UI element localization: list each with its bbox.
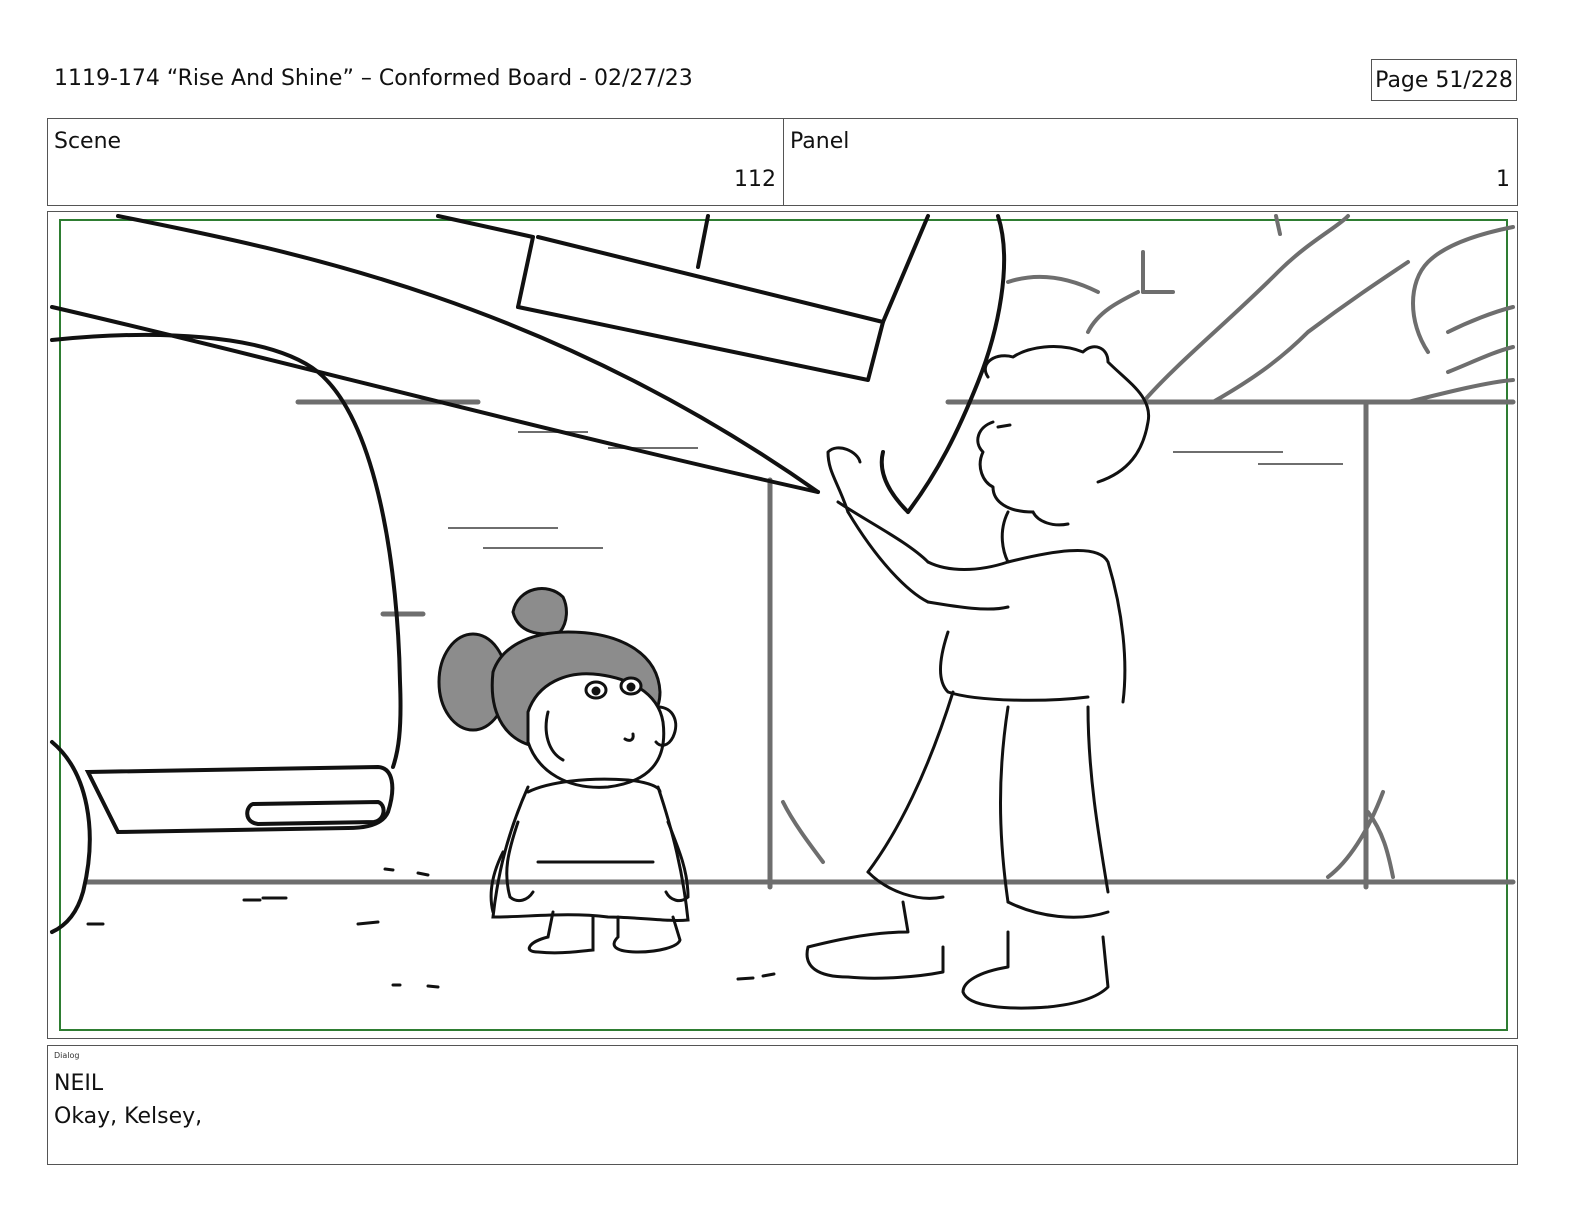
safe-frame [59, 219, 1508, 1031]
held-beam [50, 214, 1007, 514]
storyboard-frame [47, 211, 1518, 1039]
ground-marks [86, 867, 776, 989]
kid-character [437, 587, 690, 955]
car-sketch [50, 332, 403, 934]
board-title: 1119-174 “Rise And Shine” – Conformed Bo… [54, 66, 693, 91]
adult-character [805, 345, 1151, 1010]
scene-cell: Scene 112 [48, 119, 784, 205]
background-trees [781, 214, 1515, 879]
storyboard-sketch [50, 214, 1516, 1031]
dialog-speaker: NEIL [54, 1071, 104, 1096]
panel-cell: Panel 1 [784, 119, 1517, 205]
scene-label: Scene [54, 129, 122, 154]
dialog-label: Dialog [54, 1051, 80, 1060]
background-dashes [448, 431, 1343, 549]
dialog-box: Dialog NEIL Okay, Kelsey, [47, 1045, 1518, 1165]
dialog-line: Okay, Kelsey, [54, 1104, 203, 1129]
scene-number: 112 [734, 167, 776, 192]
panel-label: Panel [790, 129, 850, 154]
page-indicator: Page 51/228 [1371, 59, 1517, 101]
scene-panel-row: Scene 112 Panel 1 [47, 118, 1518, 206]
background-wall [83, 399, 1516, 890]
panel-number: 1 [1496, 167, 1510, 192]
